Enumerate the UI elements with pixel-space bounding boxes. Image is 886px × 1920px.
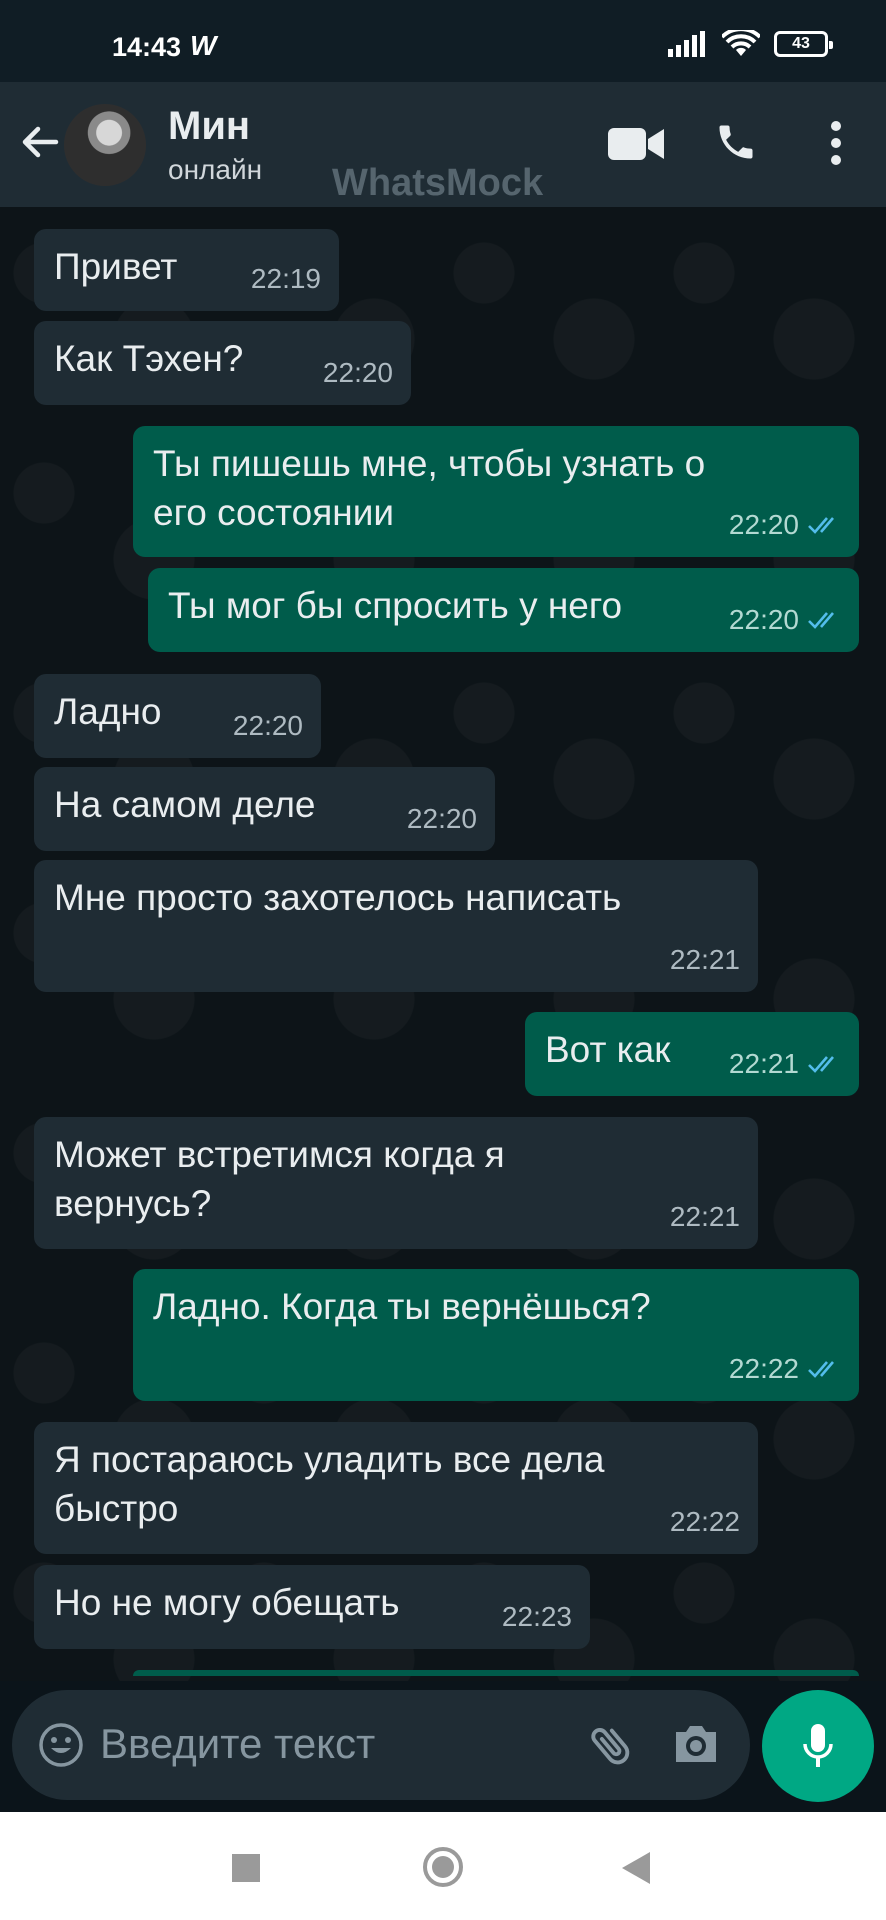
- chat-header: Мин онлайн WhatsMock: [0, 82, 886, 207]
- watermark: WhatsMock: [332, 162, 544, 204]
- message-bubble-outgoing[interactable]: Ты пишешь мне, чтобы узнать о его состоя…: [133, 426, 859, 557]
- message-time: 22:19: [250, 263, 321, 294]
- back-button-icon[interactable]: [622, 1852, 652, 1884]
- status-icons: 43: [668, 30, 833, 58]
- message-time: 22:21: [669, 1201, 740, 1232]
- message-text: Может встретимся когда я вернусь?: [54, 1134, 505, 1224]
- message-time: 22:20: [406, 803, 477, 834]
- video-call-icon[interactable]: [608, 126, 664, 162]
- message-text: Но не могу обещать: [54, 1582, 400, 1623]
- message-time: 22:20: [728, 604, 799, 635]
- message-bubble-outgoing[interactable]: Вот как 22:21: [525, 1012, 859, 1096]
- message-composer[interactable]: Введите текст: [12, 1690, 750, 1800]
- voice-record-button[interactable]: [762, 1690, 874, 1802]
- message-bubble-outgoing[interactable]: Ты мог бы спросить у него 22:20: [148, 568, 859, 652]
- battery-icon: 43: [774, 31, 833, 57]
- message-bubble-outgoing[interactable]: Ладно. Когда ты вернёшься? 22:22: [133, 1269, 859, 1401]
- message-time: 22:23: [501, 1601, 572, 1632]
- read-receipt-icon: [808, 611, 834, 629]
- recents-button-icon[interactable]: [232, 1854, 260, 1882]
- camera-icon[interactable]: [672, 1722, 720, 1766]
- battery-level: 43: [792, 35, 810, 52]
- system-nav-bar: [0, 1812, 886, 1920]
- message-bubble-incoming[interactable]: Привет 22:19: [34, 229, 339, 311]
- microphone-icon: [803, 1724, 833, 1767]
- message-time: 22:20: [322, 357, 393, 388]
- status-bar: 14:43 W 43: [0, 0, 886, 82]
- wifi-icon: [722, 30, 760, 56]
- status-time: 14:43: [112, 32, 182, 62]
- home-button-icon[interactable]: [422, 1846, 464, 1888]
- message-bubble-outgoing-partial: [133, 1670, 859, 1676]
- signal-icon: [668, 31, 705, 57]
- contact-avatar[interactable]: [64, 104, 146, 186]
- carrier-icon: W: [190, 30, 217, 61]
- emoji-icon[interactable]: [38, 1722, 84, 1768]
- message-text: Мне просто захотелось написать: [54, 877, 622, 918]
- message-bubble-incoming[interactable]: Но не могу обещать 22:23: [34, 1565, 590, 1649]
- attach-icon[interactable]: [586, 1720, 638, 1772]
- read-receipt-icon: [808, 1055, 834, 1073]
- message-bubble-incoming[interactable]: Может встретимся когда я вернусь? 22:21: [34, 1117, 758, 1249]
- contact-name[interactable]: Мин: [168, 104, 250, 149]
- message-text: Ладно. Когда ты вернёшься?: [153, 1286, 651, 1327]
- message-bubble-incoming[interactable]: Ладно 22:20: [34, 674, 321, 758]
- message-bubble-incoming[interactable]: Я постараюсь уладить все дела быстро 22:…: [34, 1422, 758, 1554]
- message-time: 22:20: [728, 509, 799, 540]
- read-receipt-icon: [808, 1360, 834, 1378]
- message-list[interactable]: Привет 22:19 Как Тэхен? 22:20 Ты пишешь …: [0, 207, 886, 1681]
- message-time: 22:20: [232, 710, 303, 741]
- message-bubble-incoming[interactable]: На самом деле 22:20: [34, 767, 495, 851]
- more-options-icon[interactable]: [824, 120, 848, 166]
- back-arrow-icon[interactable]: [16, 118, 64, 166]
- contact-status: онлайн: [168, 154, 263, 185]
- message-bubble-incoming[interactable]: Как Тэхен? 22:20: [34, 321, 411, 405]
- message-bubble-incoming[interactable]: Мне просто захотелось написать 22:21: [34, 860, 758, 992]
- message-time: 22:22: [728, 1353, 799, 1384]
- message-time: 22:22: [669, 1506, 740, 1537]
- message-text: Я постараюсь уладить все дела быстро: [54, 1439, 605, 1529]
- read-receipt-icon: [808, 516, 834, 534]
- message-time: 22:21: [669, 944, 740, 975]
- voice-call-icon[interactable]: [714, 120, 758, 164]
- message-input[interactable]: Введите текст: [100, 1720, 375, 1768]
- message-time: 22:21: [728, 1048, 799, 1079]
